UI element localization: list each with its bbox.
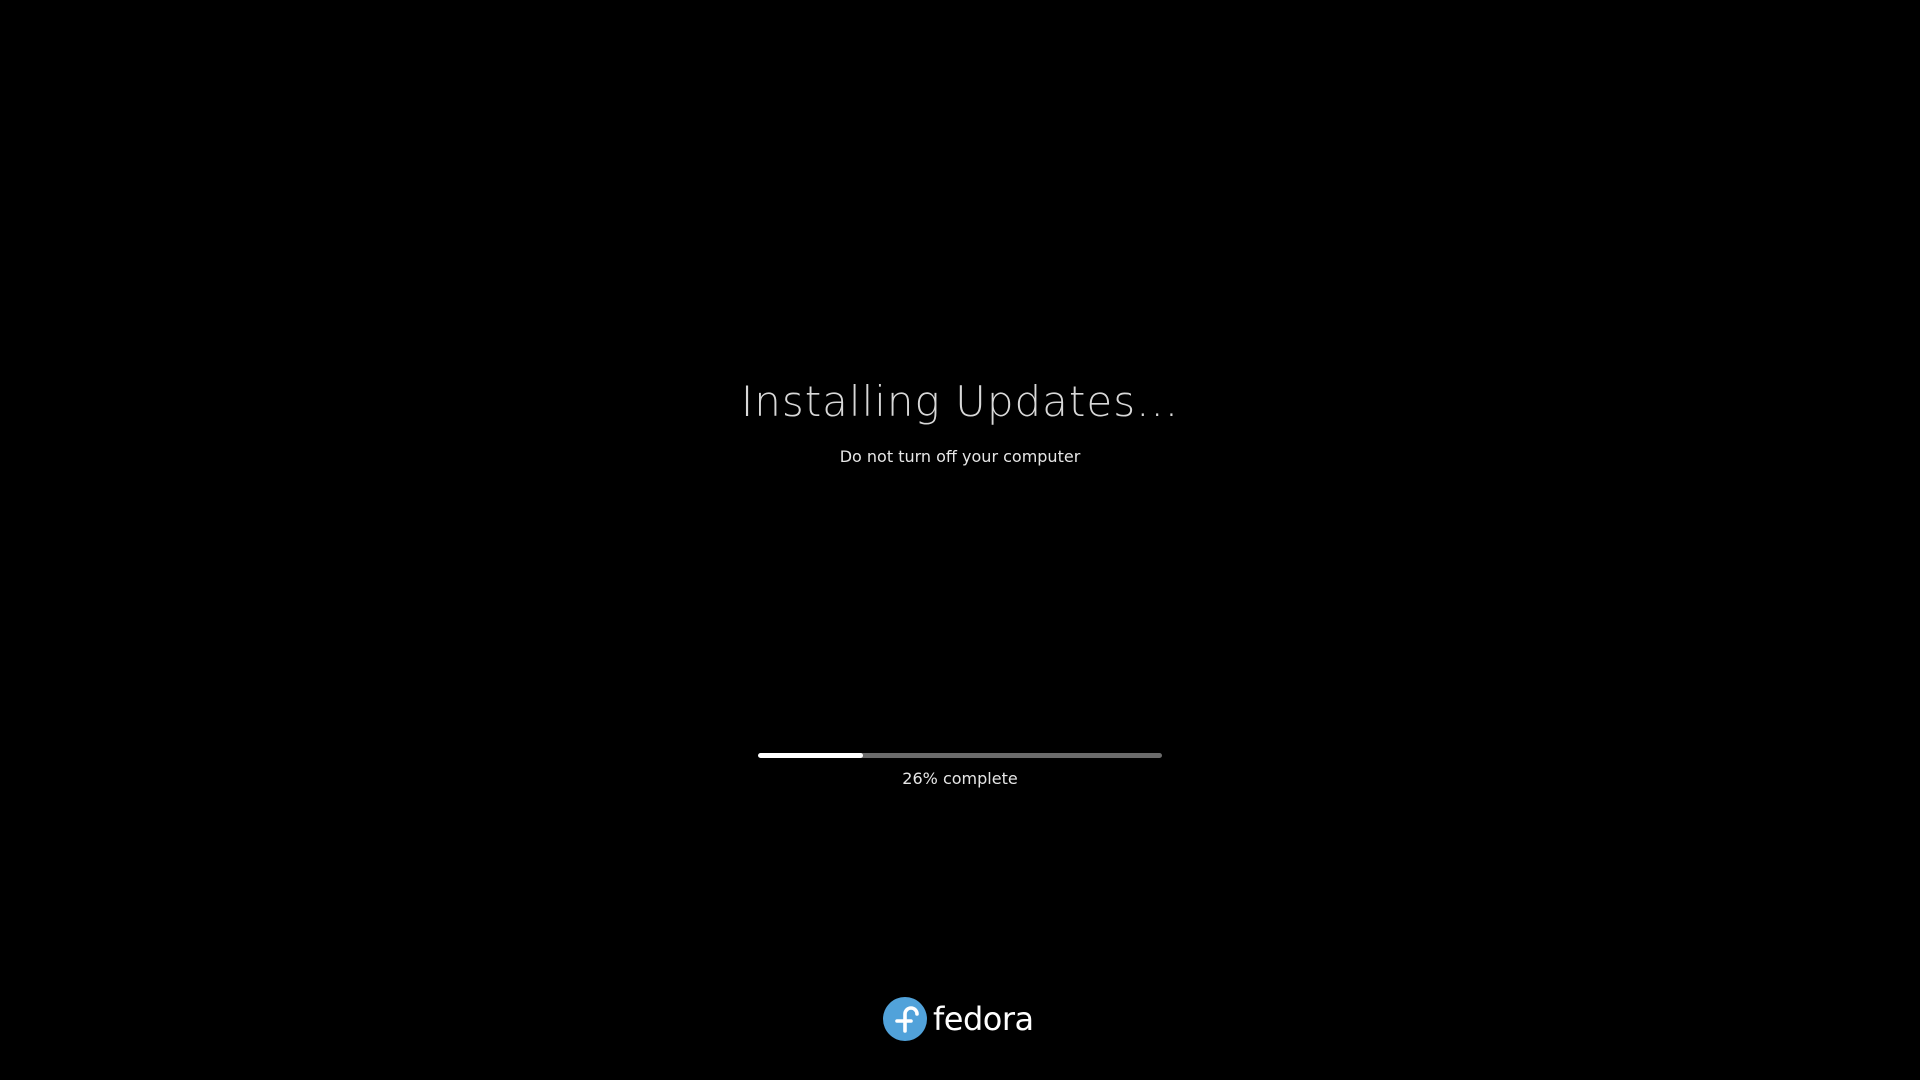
update-screen: Installing Updates... Do not turn off yo… <box>0 0 1920 1080</box>
fedora-wordmark: fedora <box>933 1000 1034 1038</box>
progress-label: 26% complete <box>902 769 1018 788</box>
page-title: Installing Updates... <box>740 377 1180 426</box>
warning-subtitle: Do not turn off your computer <box>839 447 1081 466</box>
fedora-logo: fedora <box>883 996 1034 1042</box>
progress-bar <box>758 753 1162 758</box>
fedora-infinity-icon <box>883 997 927 1041</box>
progress-bar-fill <box>758 753 864 758</box>
